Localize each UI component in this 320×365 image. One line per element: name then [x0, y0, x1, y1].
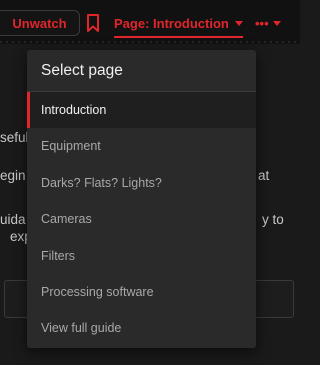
menu-item-filters[interactable]: Filters [27, 238, 256, 274]
unwatch-button[interactable]: Unwatch [0, 10, 80, 36]
menu-item-label: Darks? Flats? Lights? [41, 176, 162, 190]
more-chevron-down-icon [272, 20, 281, 26]
chevron-down-icon [234, 20, 243, 26]
page-select-label: Page: Introduction [114, 15, 229, 31]
toolbar: Unwatch Page: Introduction ••• [0, 0, 300, 44]
bg-text-line-3b: y to [262, 212, 284, 227]
unwatch-label: Unwatch [12, 15, 67, 31]
more-options-label: ••• [255, 15, 269, 31]
menu-item-darks-flats-lights[interactable]: Darks? Flats? Lights? [27, 165, 256, 201]
page-select-button[interactable]: Page: Introduction [114, 10, 243, 38]
menu-title: Select page [41, 62, 123, 79]
menu-item-processing-software[interactable]: Processing software [27, 274, 256, 310]
bg-text-line-2b: at [258, 168, 270, 183]
menu-item-label: Filters [41, 249, 76, 263]
bookmark-icon[interactable] [86, 14, 100, 32]
menu-item-introduction[interactable]: Introduction [27, 92, 256, 128]
menu-item-equipment[interactable]: Equipment [27, 128, 256, 164]
menu-item-label: Cameras [41, 212, 92, 226]
menu-item-label: Equipment [41, 139, 101, 153]
toolbar-dotted-divider [0, 41, 300, 43]
menu-item-cameras[interactable]: Cameras [27, 201, 256, 237]
select-page-menu: Select page Introduction Equipment Darks… [27, 50, 256, 348]
menu-item-label: Processing software [41, 285, 154, 299]
more-options-button[interactable]: ••• [255, 10, 281, 36]
bg-text-line-2a: egin [0, 168, 26, 183]
menu-item-label: View full guide [41, 321, 122, 335]
bg-text-line-1: seful [0, 130, 29, 145]
menu-item-label: Introduction [41, 103, 107, 117]
bg-text-line-3a: uida [0, 212, 26, 227]
menu-item-view-full-guide[interactable]: View full guide [27, 310, 256, 346]
